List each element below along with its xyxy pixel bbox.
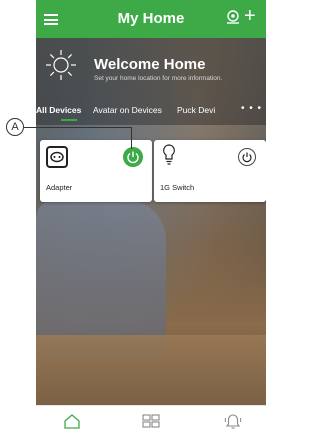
bulb-icon	[163, 144, 175, 165]
tab-avatar-on-devices[interactable]: Avatar on Devices	[93, 105, 162, 115]
tab-all-devices[interactable]: All Devices	[36, 105, 81, 115]
device-tabs: All Devices Avatar on Devices Puck Devi …	[36, 100, 266, 122]
callout-marker: A	[6, 118, 24, 136]
power-toggle-off-button[interactable]	[238, 148, 256, 166]
grid-icon[interactable]	[142, 413, 160, 429]
active-tab-indicator	[61, 119, 77, 121]
welcome-banner[interactable]: Welcome Home Set your home location for …	[36, 38, 266, 100]
tab-puck-devices[interactable]: Puck Devi	[177, 105, 215, 115]
device-card-1g-switch[interactable]: 1G Switch	[154, 140, 266, 202]
callout-line	[24, 127, 132, 128]
top-app-bar: My Home +	[36, 0, 266, 38]
power-icon	[127, 151, 139, 164]
app-screen: My Home + Welcome Home Set your home loc…	[0, 0, 266, 434]
home-icon[interactable]	[63, 413, 81, 429]
welcome-subtitle: Set your home location for more informat…	[94, 75, 223, 82]
bottom-navigation	[36, 405, 266, 434]
plug-adapter-icon	[46, 146, 68, 168]
device-name: 1G Switch	[160, 183, 195, 192]
callout-line	[131, 127, 132, 149]
power-toggle-on-button[interactable]	[123, 147, 143, 167]
bell-icon[interactable]	[224, 413, 242, 429]
sun-icon	[46, 50, 76, 80]
more-tabs-icon[interactable]: • • •	[241, 103, 262, 114]
device-card-adapter[interactable]: Adapter	[40, 140, 152, 202]
power-icon	[242, 152, 252, 163]
add-device-icon[interactable]: +	[244, 6, 256, 26]
scan-icon[interactable]	[226, 10, 240, 24]
device-name: Adapter	[46, 183, 73, 192]
welcome-title: Welcome Home	[94, 56, 206, 73]
